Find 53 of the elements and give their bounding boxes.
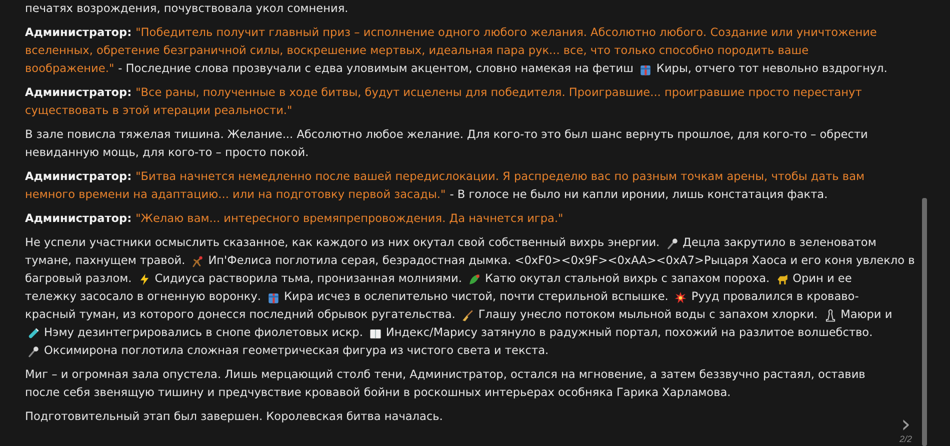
- broom-icon: [461, 308, 474, 322]
- narration-text: Катю окутал стальной вихрь с запахом пороха.: [484, 271, 770, 287]
- narration-text: Оксимирона поглотила сложная геометрическая фигура из чистого света и текста.: [44, 343, 549, 359]
- narration-text: В зале повисла тяжелая тишина. Желание... Абсолютно любое желание. Для кого-то это был шанс вернуть прошлое, для кого-то – обрести: [25, 127, 868, 143]
- quote-text: "Желаю вам... интересного времяпрепровождения. Да начнется игра.": [136, 211, 564, 227]
- narration-text: багровый разлом.: [25, 271, 132, 287]
- narration-text: Маюри и: [840, 307, 892, 323]
- narration-text: Рууд провалился в кроваво-: [691, 289, 859, 305]
- narration-text: Нэму дезинтегрировались в снопе фиолетовых искр.: [44, 325, 363, 341]
- speaker-name: Администратор:: [25, 25, 132, 41]
- narration-text: - В голосе не было ни капли иронии, лишь констатация факта.: [450, 187, 828, 203]
- lightning-icon: [138, 272, 151, 286]
- quote-text: вселенных, обретение безграничной силы, воскрешение мертвых, идеальная пара рук... все, что только способно породить ваше: [25, 43, 809, 59]
- narration-text: Сидиуса растворила тьма, пронизанная молниями.: [154, 271, 462, 287]
- narration-text: тележку засосало в огненную воронку.: [25, 289, 262, 305]
- gift-icon: [639, 62, 652, 76]
- microphone-icon: [666, 236, 679, 250]
- microphone-icon: [27, 344, 40, 358]
- speaker-name: Администратор:: [25, 85, 132, 101]
- narration-text: печатях возрождения, почувствовала укол сомнения.: [25, 1, 348, 17]
- narration-text: Не успели участники осмыслить сказанное, как каждого из них окутал свой собственный вихрь энергии.: [25, 235, 660, 251]
- quote-text: "Битва начнется немедленно после вашей передислокации. Я распределю вас по разным точкам арены, чтобы дать вам: [136, 169, 865, 185]
- gift-icon: [267, 290, 280, 304]
- narration-text: Ип'Фелиса поглотила серая, безрадостная дымка. <0xF0><0x9F><0xAA><0xA7>Рыцаря Хаоса и его коня увлекло в: [208, 253, 915, 269]
- quote-text: "Победитель получит главный приз – исполнение одного любого желания. Абсолютно любого. Создание или уничтожение: [136, 25, 877, 41]
- narration-text: Миг – и огромная зала опустела. Лишь мерцающий столб тени, Администратор, остался на мгновение, а затем беззвучно растаял, оставив: [25, 367, 866, 383]
- burst-icon: [674, 290, 688, 304]
- leaf-icon: [468, 272, 481, 286]
- quote-text: "Все раны, полученные в ходе битвы, будут исцелены для победителя. Проигравшие... проигравшие просто перестанут: [136, 85, 862, 101]
- quote-text: существовать в этой итерации реальности.": [25, 103, 292, 119]
- narration-text: Кира исчез в ослепительно чистой, почти стерильной вспышке.: [284, 289, 668, 305]
- quote-text: воображение.": [25, 61, 114, 77]
- pawn-icon: [824, 308, 837, 322]
- narration-text: невиданную мощь, для кого-то – просто покой.: [25, 145, 309, 161]
- dog-icon: [776, 272, 789, 286]
- narration-text: Орин и ее: [792, 271, 852, 287]
- narration-text: тумане, пахнущем травой.: [25, 253, 186, 269]
- narration-text: Децла закрутило в зеленоватом: [682, 235, 876, 251]
- page-counter: 2/2: [899, 434, 912, 444]
- next-page-button[interactable]: ›: [900, 414, 911, 434]
- narration-text: после себя звенящую тишину и предчувствие кровавой бойни в роскошных интерьерах особняка Гарика Харламова.: [25, 385, 731, 401]
- speaker-name: Администратор:: [25, 169, 132, 185]
- narration-text: - Последние слова прозвучали с едва уловимым акцентом, словно намекая на фетиш: [118, 61, 634, 77]
- quote-text: немного времени на адаптацию... или на подготовку первой засады.": [25, 187, 446, 203]
- speaker-name: Администратор:: [25, 211, 132, 227]
- narration-text: Киры, отчего тот невольно вздрогнул.: [656, 61, 888, 77]
- narration-text: Подготовительный этап был завершен. Королевская битва началась.: [25, 409, 443, 425]
- narration-text: Индекс/Марису затянуло в радужный портал, похожий на разлитое волшебство.: [386, 325, 873, 341]
- test-tube-icon: [27, 326, 40, 340]
- narration-text: Глашу унесло потоком мыльной воды с запахом хлорки.: [478, 307, 818, 323]
- scrollbar[interactable]: [922, 198, 927, 446]
- narration-text: красный туман, из которого донесся последний обрывок ругательства.: [25, 307, 456, 323]
- book-icon: [368, 326, 382, 340]
